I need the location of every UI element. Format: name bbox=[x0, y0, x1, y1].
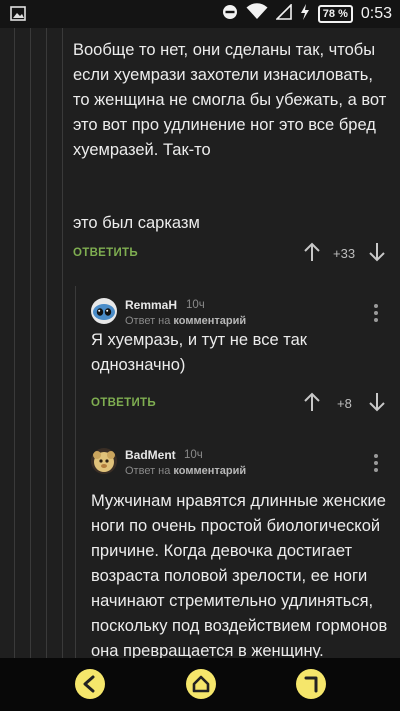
comment-line: поскольку под воздействием гормонов bbox=[91, 617, 388, 635]
reply-to-prefix: Ответ на bbox=[125, 465, 171, 477]
upvote-icon[interactable] bbox=[304, 242, 320, 267]
comment-line: ноги по очень простой биологической bbox=[91, 517, 381, 535]
home-icon[interactable] bbox=[186, 669, 216, 699]
comment-line: Я хуемразь, и тут не все так bbox=[91, 331, 307, 349]
comment-line: Вообще то нет, они сделаны так, чтобы bbox=[73, 41, 376, 59]
comment-line: возраста половой зрелости, ее ноги bbox=[91, 567, 368, 585]
score: +8 bbox=[337, 396, 352, 411]
downvote-icon[interactable] bbox=[369, 242, 385, 267]
charging-icon bbox=[300, 3, 310, 25]
score: +33 bbox=[333, 246, 356, 261]
comment-line: начинают стремительно удлиняться, bbox=[91, 592, 374, 610]
thread-line bbox=[75, 286, 76, 658]
status-bar: 78 % 0:53 bbox=[0, 0, 400, 28]
comment-line: если хуемрази захотели изнасиловать, bbox=[73, 66, 373, 84]
comment-line: хуемразей. Так-то bbox=[73, 141, 211, 159]
reply-to-label: Ответ на комментарий bbox=[125, 465, 246, 477]
thread-line bbox=[62, 28, 63, 658]
battery-icon: 78 % bbox=[317, 5, 353, 23]
battery-level: 78 % bbox=[322, 8, 348, 20]
comment-line: то женщина не смогла бы убежать, а вот bbox=[73, 91, 387, 109]
reply-to-link[interactable]: комментарий bbox=[173, 465, 246, 477]
clock: 0:53 bbox=[360, 5, 392, 22]
avatar[interactable] bbox=[91, 448, 117, 474]
comment-line: это вот про удлинение ног это все бред bbox=[73, 116, 376, 134]
reply-to-prefix: Ответ на bbox=[125, 315, 171, 327]
thread-line bbox=[30, 28, 31, 658]
comment-line: причине. Когда девочка достигает bbox=[91, 542, 353, 560]
image-icon bbox=[10, 6, 26, 26]
comment-line: однозначно) bbox=[91, 356, 186, 374]
reply-to-link[interactable]: комментарий bbox=[173, 315, 246, 327]
downvote-icon[interactable] bbox=[369, 392, 385, 417]
comment-time: 10ч bbox=[186, 299, 205, 311]
upvote-icon[interactable] bbox=[304, 392, 320, 417]
comment-body-extra: это был сарказм bbox=[73, 214, 200, 232]
navigation-bar bbox=[0, 658, 400, 711]
comment-body: Я хуемразь, и тут не все так однозначно) bbox=[91, 328, 307, 378]
comment-line: она превращается в женщину. bbox=[91, 642, 324, 658]
more-icon[interactable] bbox=[374, 304, 378, 325]
comment-time: 10ч bbox=[184, 449, 203, 461]
comment-body: Мужчинам нравятся длинные женские ноги п… bbox=[91, 489, 387, 658]
reply-to-label: Ответ на комментарий bbox=[125, 315, 246, 327]
avatar[interactable] bbox=[91, 298, 117, 324]
reply-button[interactable]: ОТВЕТИТЬ bbox=[73, 247, 138, 259]
wifi-icon bbox=[246, 3, 268, 25]
dnd-icon bbox=[222, 4, 238, 25]
author-name[interactable]: BadMent bbox=[125, 448, 176, 462]
back-icon[interactable] bbox=[75, 669, 105, 699]
reply-button[interactable]: ОТВЕТИТЬ bbox=[91, 397, 156, 409]
comment-body: Вообще то нет, они сделаны так, чтобы ес… bbox=[73, 38, 386, 163]
thread-line bbox=[46, 28, 47, 658]
comment-line: Мужчинам нравятся длинные женские bbox=[91, 492, 386, 510]
signal-icon bbox=[274, 2, 292, 25]
author-name[interactable]: RemmaH bbox=[125, 298, 177, 312]
thread-line bbox=[14, 28, 15, 658]
comments-feed[interactable]: Вообще то нет, они сделаны так, чтобы ес… bbox=[0, 28, 400, 658]
more-icon[interactable] bbox=[374, 454, 378, 475]
recents-icon[interactable] bbox=[296, 669, 326, 699]
